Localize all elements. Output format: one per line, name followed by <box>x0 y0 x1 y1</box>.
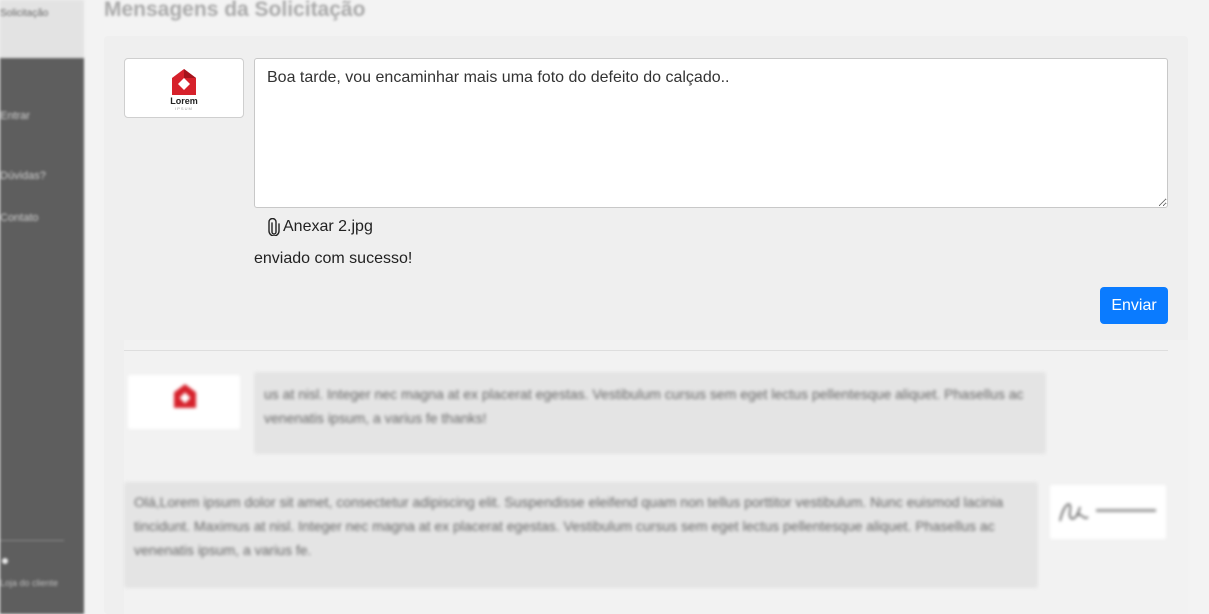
section-title: Mensagens da Solicitação <box>104 0 366 21</box>
sidebar-item-0[interactable]: Entrar <box>0 110 30 122</box>
sidebar-header-label: Solicitação <box>0 8 49 19</box>
sidebar-item-2[interactable]: Contato <box>0 212 39 224</box>
attachment[interactable]: Anexar 2.jpg <box>268 218 373 236</box>
paperclip-icon <box>268 218 280 236</box>
lorem-logo-icon <box>174 384 196 408</box>
message-bubble: us at nisl. Integer nec magna at ex plac… <box>254 372 1046 454</box>
message-bubble: Olá,Lorem ipsum dolor sit amet, consecte… <box>124 482 1038 588</box>
sidebar-footer[interactable]: Loja do cliente <box>0 578 58 588</box>
logo-text: Lorem <box>170 96 198 106</box>
send-button[interactable]: Enviar <box>1100 287 1168 324</box>
message-textarea[interactable]: Boa tarde, vou encaminhar mais uma foto … <box>254 58 1168 208</box>
divider <box>124 350 1168 351</box>
status-message: enviado com sucesso! <box>254 250 413 267</box>
sidebar-header: Solicitação <box>0 0 84 58</box>
sidebar-item-1[interactable]: Dúvidas? <box>0 170 46 182</box>
user-status-icon <box>2 558 8 564</box>
sidebar-divider <box>0 540 64 541</box>
avatar <box>1050 485 1166 539</box>
lorem-logo-icon <box>172 69 196 95</box>
sidebar: Entrar Dúvidas? Contato Loja do cliente <box>0 58 84 614</box>
company-logo: Lorem IPSUM <box>124 58 244 118</box>
avatar <box>128 375 240 429</box>
logo-subtext: IPSUM <box>175 106 193 111</box>
attachment-filename: Anexar 2.jpg <box>283 218 373 235</box>
signature-logo-icon <box>1059 503 1156 522</box>
